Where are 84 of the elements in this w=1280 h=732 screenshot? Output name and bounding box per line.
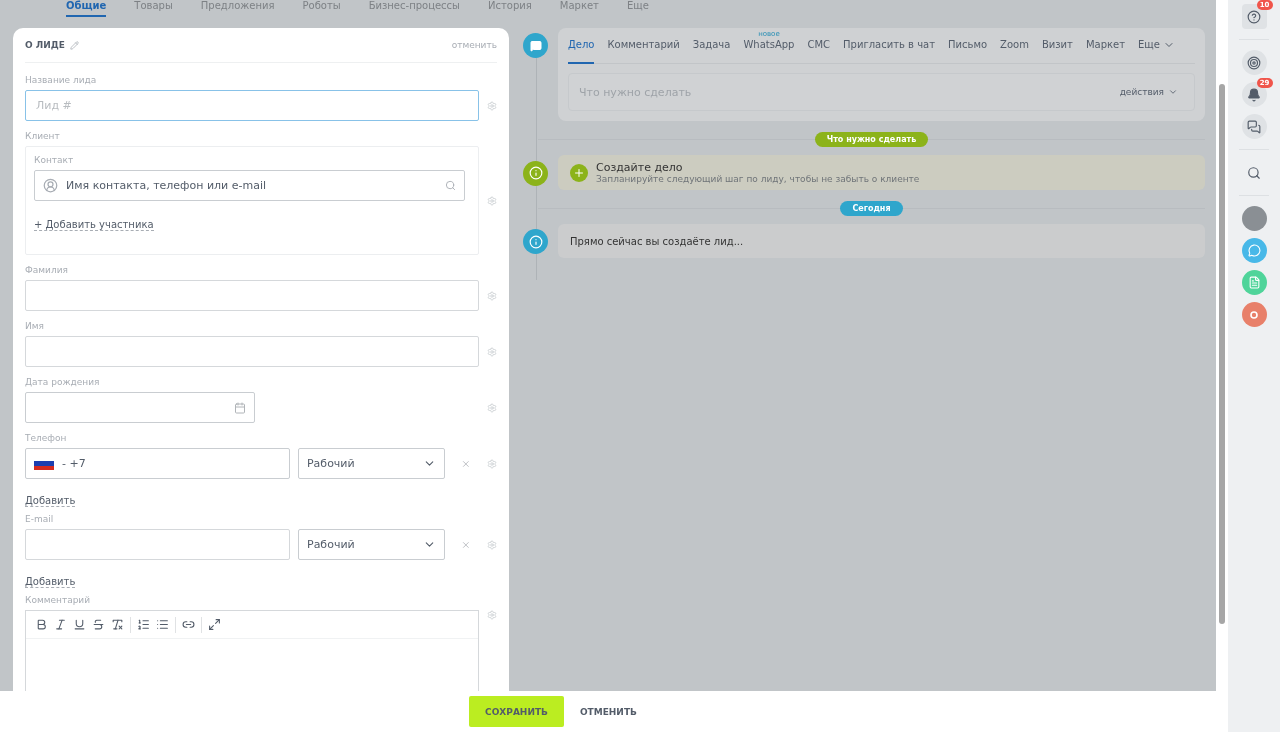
expand-icon[interactable] [208, 618, 221, 631]
last-name-field[interactable] [25, 280, 479, 311]
add-email-link[interactable]: Добавить [25, 576, 76, 588]
circle-icon[interactable] [1241, 302, 1267, 327]
task-title: Создайте дело [596, 161, 684, 174]
actions-dropdown[interactable]: действия [1113, 86, 1184, 98]
pencil-icon[interactable] [69, 40, 79, 50]
help-button[interactable] [1241, 4, 1267, 29]
tab[interactable]: Маркет [559, 0, 599, 17]
settings-icon[interactable] [487, 100, 497, 111]
field-label: Название лида [25, 75, 98, 85]
activity-tab[interactable]: Маркет [1085, 27, 1126, 64]
activity-tab[interactable]: Визит [1041, 27, 1073, 64]
info-text: Прямо сейчас вы создаёте лид... [570, 235, 744, 247]
tab[interactable]: Общие [66, 0, 107, 17]
bullet-list-icon[interactable] [156, 618, 169, 631]
bell-icon [1247, 87, 1261, 102]
underline-icon[interactable] [73, 618, 86, 631]
add-participant-link[interactable]: + Добавить участника [34, 219, 154, 231]
save-button[interactable]: СОХРАНИТЬ [469, 696, 564, 727]
field-label: Имя [25, 321, 45, 331]
placeholder-text: Имя контакта, телефон или e-mail [66, 179, 268, 192]
activity-tab[interactable]: Комментарий [607, 27, 680, 64]
activity-tab[interactable]: Пригласить в чат [843, 27, 935, 64]
chevron-down-icon [1168, 87, 1178, 97]
scrollbar-thumb[interactable] [1219, 84, 1225, 624]
lead-name-field[interactable]: Лид # [25, 90, 479, 121]
field-label: Клиент [25, 131, 61, 141]
email-field[interactable] [25, 529, 290, 560]
bold-icon[interactable] [35, 618, 48, 631]
activity-tab[interactable]: Дело [568, 27, 595, 64]
document-icon[interactable] [1241, 270, 1267, 295]
field-label: Фамилия [25, 265, 69, 275]
search-icon[interactable] [445, 180, 456, 191]
activity-tab[interactable]: Еще [1138, 27, 1175, 64]
plus-icon[interactable] [570, 163, 588, 182]
activity-tab[interactable]: Zoom [1000, 27, 1029, 64]
chat-icon [523, 33, 548, 58]
phone-value: - +7 [62, 457, 87, 470]
notifications-button[interactable] [1241, 82, 1267, 107]
close-icon[interactable] [461, 539, 471, 550]
settings-icon[interactable] [487, 539, 497, 550]
field-label: Комментарий [25, 595, 92, 605]
activity-tab[interactable]: СМС [807, 27, 831, 64]
field-label: E-mail [25, 514, 55, 524]
close-icon[interactable] [461, 458, 471, 469]
target-icon[interactable] [1241, 50, 1267, 75]
section-pill: Что нужно сделать [814, 131, 929, 147]
settings-icon[interactable] [487, 458, 497, 469]
task-hint: Запланируйте следующий шаг по лиду, чтобы не забыть о клиенте [596, 174, 920, 184]
tab[interactable]: Бизнес-процессы [368, 0, 460, 17]
cancel-link[interactable]: отменить [451, 40, 497, 50]
settings-icon[interactable] [487, 346, 497, 357]
italic-icon[interactable] [54, 618, 67, 631]
clear-format-icon[interactable] [111, 618, 124, 631]
section-pill: Сегодня [840, 200, 903, 216]
settings-icon[interactable] [487, 402, 497, 413]
message-icon[interactable] [1241, 238, 1267, 263]
user-icon [43, 178, 58, 193]
help-icon [1247, 9, 1261, 24]
tab[interactable]: Предложения [200, 0, 275, 17]
link-icon[interactable] [182, 618, 195, 631]
field-label: Контакт [34, 155, 75, 165]
birth-date-field[interactable] [25, 392, 255, 423]
avatar[interactable] [1241, 206, 1267, 231]
contact-search-field[interactable]: Имя контакта, телефон или e-mail [34, 170, 465, 201]
first-name-field[interactable] [25, 336, 479, 367]
phone-field[interactable]: - +7 [25, 448, 290, 479]
section-title: О ЛИДЕ [25, 40, 65, 50]
activity-tab[interactable]: Задача [692, 27, 731, 64]
cancel-button[interactable]: ОТМЕНИТЬ [569, 696, 647, 727]
settings-icon[interactable] [487, 195, 497, 206]
settings-icon[interactable] [487, 290, 497, 301]
field-label: Телефон [25, 433, 68, 443]
numbered-list-icon[interactable] [137, 618, 150, 631]
settings-icon[interactable] [487, 610, 497, 620]
calendar-icon [234, 401, 246, 414]
chat-icon[interactable] [1241, 114, 1267, 139]
activity-tab[interactable]: Письмо [948, 27, 988, 64]
phone-type-select[interactable]: Рабочий [297, 448, 446, 479]
add-phone-link[interactable]: Добавить [25, 495, 76, 507]
field-label: Дата рождения [25, 377, 101, 387]
email-type-select[interactable]: Рабочий [298, 529, 446, 560]
strikethrough-icon[interactable] [92, 618, 105, 631]
